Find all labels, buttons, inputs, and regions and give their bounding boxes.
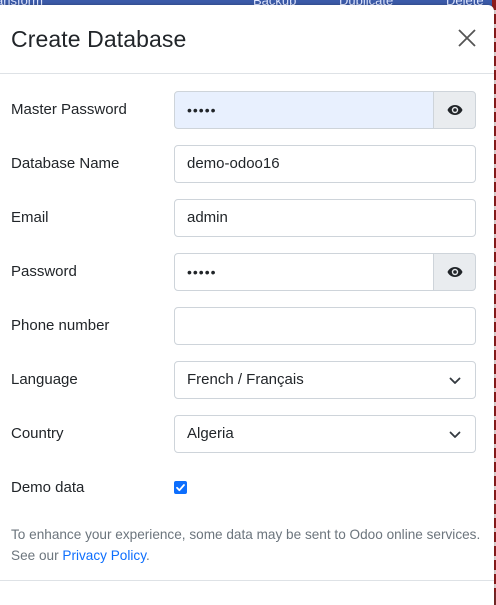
password-row: Password ••••• — [0, 253, 494, 291]
master-password-row: Master Password ••••• — [0, 91, 494, 129]
checkmark-icon — [176, 484, 185, 492]
modal-header: Create Database — [0, 5, 494, 74]
language-label: Language — [11, 371, 78, 388]
demo-data-label: Demo data — [11, 479, 85, 496]
email-row: Email admin — [0, 199, 494, 237]
master-password-value: ••••• — [187, 102, 217, 118]
phone-row: Phone number — [0, 307, 494, 345]
close-icon — [458, 29, 476, 47]
language-select[interactable]: French / Français — [174, 361, 476, 399]
privacy-notice-end: . — [145, 548, 150, 563]
eye-icon — [447, 105, 462, 115]
database-name-row: Database Name demo-odoo16 — [0, 145, 494, 183]
email-value: admin — [187, 209, 228, 226]
demo-data-row: Demo data — [0, 469, 494, 507]
eye-icon — [447, 267, 462, 277]
password-toggle-button[interactable] — [433, 253, 476, 291]
database-name-label: Database Name — [11, 155, 120, 172]
phone-label: Phone number — [11, 317, 110, 334]
master-password-toggle-button[interactable] — [433, 91, 476, 129]
privacy-notice: To enhance your experience, some data ma… — [11, 524, 481, 566]
modal-title: Create Database — [11, 26, 187, 52]
modal-footer-divider — [0, 580, 494, 581]
password-input[interactable]: ••••• — [174, 253, 434, 291]
chevron-down-icon — [449, 377, 461, 384]
close-button[interactable] — [454, 25, 480, 51]
country-select[interactable]: Algeria — [174, 415, 476, 453]
language-row: Language French / Français — [0, 361, 494, 399]
demo-data-checkbox[interactable] — [174, 481, 187, 494]
phone-input[interactable] — [174, 307, 476, 345]
chevron-down-icon — [449, 431, 461, 438]
privacy-policy-link[interactable]: Privacy Policy — [62, 548, 146, 563]
database-name-value: demo-odoo16 — [187, 155, 280, 172]
password-value: ••••• — [187, 264, 217, 280]
language-value: French / Français — [187, 371, 304, 388]
email-label: Email — [11, 209, 49, 226]
create-database-dialog: Create Database Master Password ••••• Da… — [0, 5, 494, 605]
email-input[interactable]: admin — [174, 199, 476, 237]
country-row: Country Algeria — [0, 415, 494, 453]
password-label: Password — [11, 263, 77, 280]
country-label: Country — [11, 425, 64, 442]
master-password-label: Master Password — [11, 101, 127, 118]
country-value: Algeria — [187, 425, 234, 442]
master-password-input[interactable]: ••••• — [174, 91, 434, 129]
database-name-input[interactable]: demo-odoo16 — [174, 145, 476, 183]
